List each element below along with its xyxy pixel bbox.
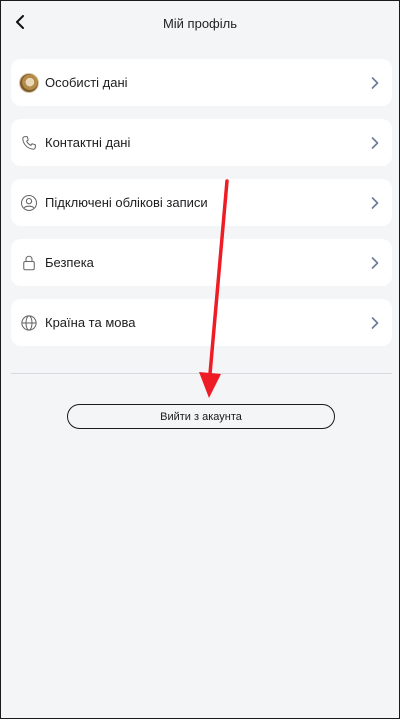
page-title: Мій профіль <box>162 15 238 31</box>
menu-item-label: Особисті дані <box>45 75 128 90</box>
annotation-arrow-icon <box>199 179 229 398</box>
chevron-left-icon <box>16 15 24 29</box>
phone-icon <box>22 135 36 150</box>
chevron-right-icon <box>371 316 379 329</box>
menu-item-contact-data[interactable]: Контактні дані <box>11 119 392 166</box>
header: Мій профіль <box>1 1 399 45</box>
back-button[interactable] <box>10 12 30 32</box>
avatar <box>19 72 39 93</box>
chevron-right-icon <box>371 76 379 89</box>
user-circle-icon <box>20 194 38 211</box>
chevron-right-icon <box>371 256 379 269</box>
logout-button[interactable]: Вийти з акаунта <box>67 404 335 429</box>
menu-item-personal-data[interactable]: Особисті дані <box>11 59 392 106</box>
screen: Мій профіль Особисті дані Контактні дані <box>0 0 400 719</box>
menu-item-label: Контактні дані <box>45 135 131 150</box>
chevron-right-icon <box>371 196 379 209</box>
globe-icon <box>21 314 37 331</box>
lock-icon <box>23 255 35 270</box>
chevron-right-icon <box>371 136 379 149</box>
